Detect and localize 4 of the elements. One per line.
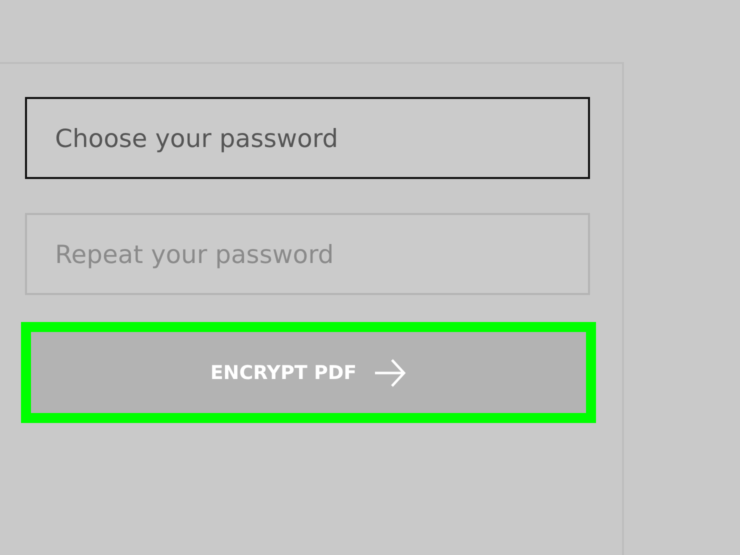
password-field[interactable]: Choose your password bbox=[25, 97, 590, 179]
password-field[interactable]: Repeat your password bbox=[25, 213, 590, 295]
arrow-right-icon bbox=[372, 358, 407, 388]
encrypt-button[interactable]: ENCRYPT PDF bbox=[31, 332, 586, 413]
